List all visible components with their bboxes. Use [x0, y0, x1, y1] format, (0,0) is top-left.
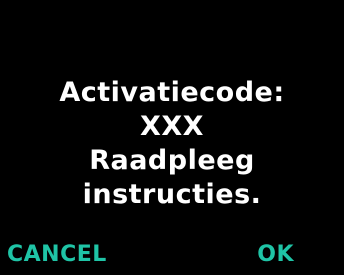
cancel-button[interactable]: CANCEL: [7, 240, 107, 270]
activation-message: Activatiecode: XXX Raadpleeg instructies…: [0, 76, 344, 212]
instructions-line-1: Raadpleeg: [89, 145, 255, 176]
activation-code-value: XXX: [140, 111, 204, 142]
ok-button[interactable]: OK: [257, 240, 294, 270]
activation-code-label: Activatiecode:: [59, 77, 285, 108]
device-screen: Activatiecode: XXX Raadpleeg instructies…: [0, 0, 344, 275]
instructions-line-2: instructies.: [82, 179, 262, 210]
